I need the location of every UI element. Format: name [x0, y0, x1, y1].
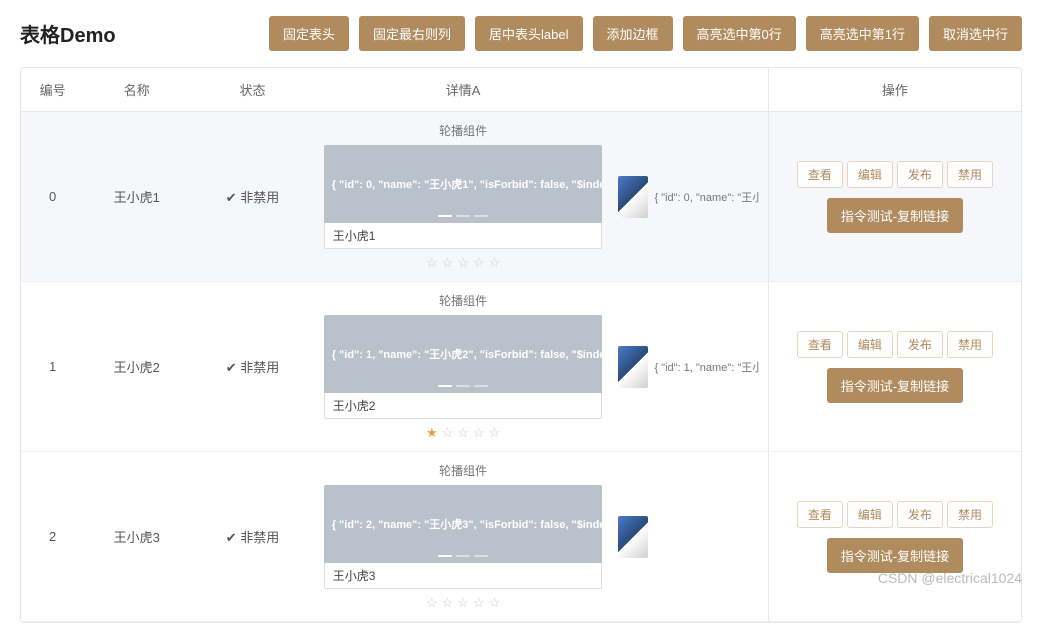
- table-row[interactable]: 2王小虎3✔ 非禁用轮播组件{ "id": 2, "name": "王小虎3",…: [21, 452, 1021, 622]
- cell-detailA: 轮播组件 { "id": 0, "name": "王小虎1", "isForbid…: [316, 112, 611, 282]
- highlight-row0-button[interactable]: 高亮选中第0行: [683, 16, 796, 51]
- thumbnail-icon: [618, 176, 648, 218]
- star-icon[interactable]: ★: [426, 425, 438, 441]
- fix-right-col-button[interactable]: 固定最右则列: [359, 16, 465, 51]
- cell-detailB: [610, 452, 768, 622]
- publish-button[interactable]: 发布: [897, 501, 943, 528]
- copy-link-button[interactable]: 指令测试-复制链接: [827, 198, 963, 233]
- carousel-indicators: [438, 385, 488, 387]
- star-icon[interactable]: ☆: [442, 425, 454, 441]
- page-title: 表格Demo: [20, 19, 116, 48]
- name-input[interactable]: 王小虎3: [324, 563, 603, 589]
- cell-status: ✔ 非禁用: [189, 282, 315, 452]
- forbid-button[interactable]: 禁用: [947, 331, 993, 358]
- carousel-indicators: [438, 215, 488, 217]
- carousel[interactable]: { "id": 2, "name": "王小虎3", "isForbid": f…: [324, 485, 603, 563]
- col-name: 名称: [84, 68, 189, 112]
- star-icon[interactable]: ☆: [489, 425, 501, 441]
- cell-id: 1: [21, 282, 84, 452]
- star-icon[interactable]: ☆: [489, 255, 501, 271]
- publish-button[interactable]: 发布: [897, 161, 943, 188]
- rating[interactable]: ☆☆☆☆☆: [324, 595, 603, 611]
- edit-button[interactable]: 编辑: [847, 161, 893, 188]
- cell-name: 王小虎1: [84, 112, 189, 282]
- star-icon[interactable]: ☆: [457, 595, 469, 611]
- view-button[interactable]: 查看: [797, 331, 843, 358]
- table-header-row: 编号 名称 状态 详情A 操作: [21, 68, 1021, 112]
- col-status: 状态: [189, 68, 315, 112]
- cell-actions: 查看编辑发布禁用指令测试-复制链接: [768, 112, 1021, 282]
- star-icon[interactable]: ☆: [442, 255, 454, 271]
- carousel-title: 轮播组件: [324, 462, 603, 479]
- star-icon[interactable]: ☆: [489, 595, 501, 611]
- cell-name: 王小虎3: [84, 452, 189, 622]
- toolbar: 固定表头 固定最右则列 居中表头label 添加边框 高亮选中第0行 高亮选中第…: [269, 16, 1022, 51]
- star-icon[interactable]: ☆: [457, 255, 469, 271]
- carousel[interactable]: { "id": 0, "name": "王小虎1", "isForbid": f…: [324, 145, 603, 223]
- json-preview: { "id": 0, "name": "王小虎: [654, 189, 759, 205]
- cell-actions: 查看编辑发布禁用指令测试-复制链接: [768, 282, 1021, 452]
- cell-detailB: { "id": 1, "name": "王小虎: [610, 282, 768, 452]
- col-actions: 操作: [768, 68, 1021, 112]
- col-detailA: 详情A: [316, 68, 611, 112]
- copy-link-button[interactable]: 指令测试-复制链接: [827, 368, 963, 403]
- name-input[interactable]: 王小虎2: [324, 393, 603, 419]
- col-detailB: [610, 68, 768, 112]
- json-preview: { "id": 1, "name": "王小虎: [654, 359, 759, 375]
- cell-name: 王小虎2: [84, 282, 189, 452]
- view-button[interactable]: 查看: [797, 161, 843, 188]
- thumbnail-icon: [618, 346, 648, 388]
- star-icon[interactable]: ☆: [426, 255, 438, 271]
- star-icon[interactable]: ☆: [473, 425, 485, 441]
- cell-detailA: 轮播组件 { "id": 1, "name": "王小虎2", "isForbid…: [316, 282, 611, 452]
- edit-button[interactable]: 编辑: [847, 331, 893, 358]
- table-row[interactable]: 0王小虎1✔ 非禁用轮播组件{ "id": 0, "name": "王小虎1",…: [21, 112, 1021, 282]
- carousel-title: 轮播组件: [324, 122, 603, 139]
- col-id: 编号: [21, 68, 84, 112]
- cell-status: ✔ 非禁用: [189, 112, 315, 282]
- fix-header-button[interactable]: 固定表头: [269, 16, 349, 51]
- cell-detailA: 轮播组件 { "id": 2, "name": "王小虎3", "isForbid…: [316, 452, 611, 622]
- highlight-row1-button[interactable]: 高亮选中第1行: [806, 16, 919, 51]
- view-button[interactable]: 查看: [797, 501, 843, 528]
- rating[interactable]: ☆☆☆☆☆: [324, 255, 603, 271]
- table: 编号 名称 状态 详情A 操作 0王小虎1✔ 非禁用轮播组件{ "id": 0,…: [20, 67, 1022, 623]
- star-icon[interactable]: ☆: [473, 255, 485, 271]
- cell-id: 2: [21, 452, 84, 622]
- carousel[interactable]: { "id": 1, "name": "王小虎2", "isForbid": f…: [324, 315, 603, 393]
- carousel-title: 轮播组件: [324, 292, 603, 309]
- star-icon[interactable]: ☆: [473, 595, 485, 611]
- copy-link-button[interactable]: 指令测试-复制链接: [827, 538, 963, 573]
- cell-status: ✔ 非禁用: [189, 452, 315, 622]
- name-input[interactable]: 王小虎1: [324, 223, 603, 249]
- thumbnail-icon: [618, 516, 648, 558]
- edit-button[interactable]: 编辑: [847, 501, 893, 528]
- clear-highlight-button[interactable]: 取消选中行: [929, 16, 1022, 51]
- cell-id: 0: [21, 112, 84, 282]
- cell-actions: 查看编辑发布禁用指令测试-复制链接: [768, 452, 1021, 622]
- star-icon[interactable]: ☆: [457, 425, 469, 441]
- forbid-button[interactable]: 禁用: [947, 501, 993, 528]
- add-border-button[interactable]: 添加边框: [593, 16, 673, 51]
- publish-button[interactable]: 发布: [897, 331, 943, 358]
- forbid-button[interactable]: 禁用: [947, 161, 993, 188]
- center-header-button[interactable]: 居中表头label: [475, 16, 582, 51]
- cell-detailB: { "id": 0, "name": "王小虎: [610, 112, 768, 282]
- table-row[interactable]: 1王小虎2✔ 非禁用轮播组件{ "id": 1, "name": "王小虎2",…: [21, 282, 1021, 452]
- carousel-indicators: [438, 555, 488, 557]
- rating[interactable]: ★☆☆☆☆: [324, 425, 603, 441]
- star-icon[interactable]: ☆: [442, 595, 454, 611]
- star-icon[interactable]: ☆: [426, 595, 438, 611]
